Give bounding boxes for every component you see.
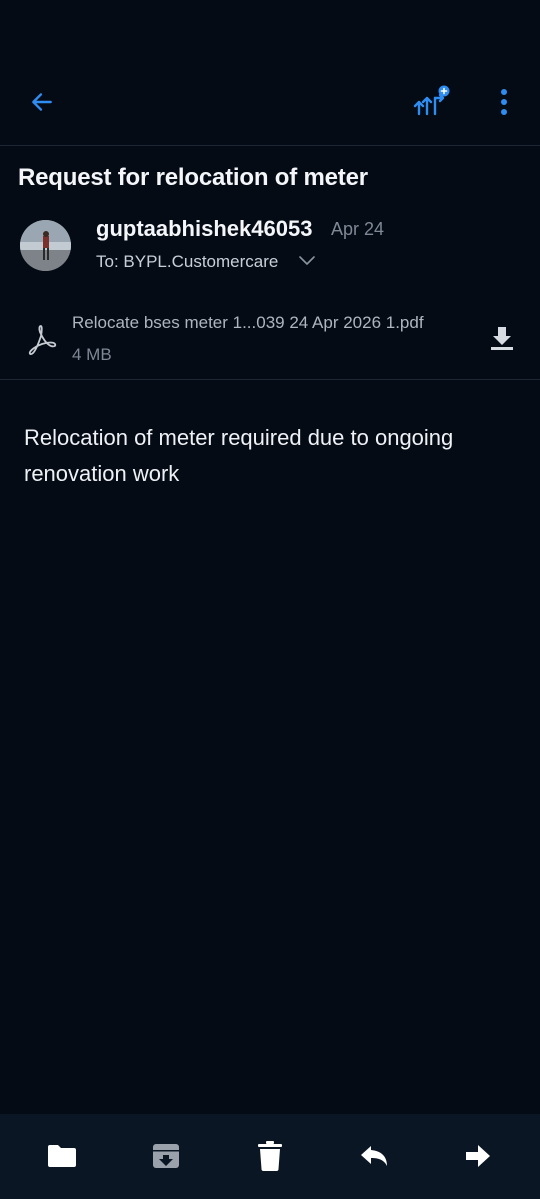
sender-name[interactable]: guptaabhishek46053 xyxy=(96,216,312,242)
trash-icon xyxy=(258,1141,282,1171)
download-button[interactable] xyxy=(484,320,520,356)
sender-photo xyxy=(20,220,71,271)
delete-button[interactable] xyxy=(250,1136,290,1176)
attachment-filename: Relocate bses meter 1...039 24 Apr 2026 … xyxy=(72,313,424,332)
folder-icon xyxy=(48,1145,76,1167)
reply-button[interactable] xyxy=(354,1136,394,1176)
attachment-size: 4 MB xyxy=(72,345,112,364)
arrow-left-icon xyxy=(32,93,52,111)
chevron-down-icon xyxy=(299,256,315,265)
split-view-button[interactable] xyxy=(410,82,456,122)
pdf-acrobat-icon xyxy=(28,325,57,355)
forward-icon xyxy=(466,1145,490,1167)
email-subject: Request for relocation of meter xyxy=(18,164,368,191)
avatar[interactable] xyxy=(20,220,71,271)
received-date: Apr 24 xyxy=(331,219,385,239)
expand-recipients-button[interactable] xyxy=(296,250,318,272)
bottom-action-bar xyxy=(0,1114,540,1199)
back-button[interactable] xyxy=(24,84,60,120)
recipient-line: To: BYPL.Customercare xyxy=(96,252,279,271)
reply-icon xyxy=(361,1146,387,1166)
email-body: Relocation of meter required due to ongo… xyxy=(24,425,454,486)
archive-button[interactable] xyxy=(146,1136,186,1176)
archive-icon xyxy=(153,1144,179,1168)
forward-button[interactable] xyxy=(458,1136,498,1176)
attachment-item[interactable]: Relocate bses meter 1...039 24 Apr 2026 … xyxy=(0,300,540,380)
more-vertical-icon xyxy=(501,89,507,115)
more-options-button[interactable] xyxy=(488,84,520,120)
top-app-bar xyxy=(0,0,540,146)
move-to-folder-button[interactable] xyxy=(42,1136,82,1176)
download-icon xyxy=(491,327,513,350)
split-arrows-add-icon xyxy=(413,85,450,120)
